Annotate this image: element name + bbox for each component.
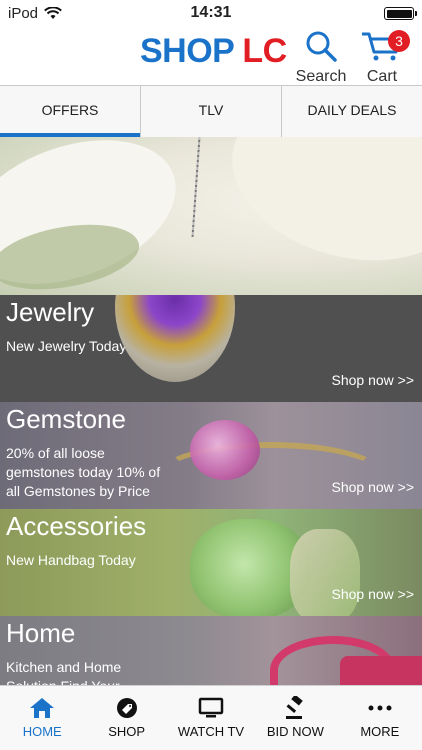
search-label: Search	[295, 68, 347, 85]
category-title: Gemstone	[6, 404, 126, 434]
more-icon	[368, 705, 392, 711]
category-title: Home	[6, 618, 76, 648]
logo-shop-text: SHOP	[140, 32, 235, 70]
category-description: Kitchen and Home Solution Find Your	[6, 659, 122, 685]
cart-count-badge: 3	[388, 30, 410, 52]
status-time: 14:31	[190, 4, 232, 21]
search-icon	[306, 31, 337, 62]
gavel-icon	[286, 696, 304, 719]
tag-icon	[116, 698, 137, 718]
green-gem-image-2	[290, 529, 360, 616]
battery-icon	[384, 7, 417, 20]
tv-icon	[198, 697, 224, 718]
tab-tlv[interactable]: TLV	[141, 86, 282, 137]
category-title: Jewelry	[6, 297, 95, 327]
cart-button[interactable]: 3 Cart	[352, 30, 412, 86]
shop-now-link[interactable]: Shop now >>	[331, 372, 414, 388]
nav-label: WATCH TV	[177, 724, 245, 739]
category-description: New Handbag Today	[6, 552, 136, 568]
app-header: SHOP LC Search 3 Cart	[0, 28, 422, 85]
category-title: Accessories	[6, 511, 147, 541]
nav-watch-tv[interactable]: WATCH TV	[169, 686, 253, 750]
handbag-body-image	[340, 656, 422, 685]
category-jewelry[interactable]: Jewelry New Jewelry Today Shop now >>	[0, 295, 422, 402]
nav-home[interactable]: HOME	[0, 686, 84, 750]
category-description: 20% of all loose gemstones today 10% of …	[6, 445, 161, 499]
nav-label: BID NOW	[266, 724, 324, 739]
nav-label: MORE	[360, 724, 400, 739]
nav-shop[interactable]: SHOP	[84, 686, 168, 750]
nav-label: SHOP	[108, 724, 146, 739]
tab-offers[interactable]: OFFERS	[0, 86, 141, 137]
jewelry-hero-image[interactable]	[0, 137, 422, 295]
offers-tab-bar: OFFERS TLV DAILY DEALS	[0, 85, 422, 137]
search-button[interactable]: Search	[291, 30, 351, 86]
home-icon	[30, 698, 55, 718]
pink-gem-image	[190, 420, 260, 480]
logo-lc-text: LC	[242, 32, 287, 70]
category-gemstone[interactable]: Gemstone 20% of all loose gemstones toda…	[0, 402, 422, 509]
cart-label: Cart	[366, 68, 398, 85]
category-accessories[interactable]: Accessories New Handbag Today Shop now >…	[0, 509, 422, 616]
tab-daily-deals[interactable]: DAILY DEALS	[282, 86, 422, 137]
shop-now-link[interactable]: Shop now >>	[331, 586, 414, 602]
offers-content[interactable]: Jewelry New Jewelry Today Shop now >> Ge…	[0, 137, 422, 685]
nav-label: HOME	[22, 724, 62, 739]
category-home[interactable]: Home Kitchen and Home Solution Find Your	[0, 616, 422, 685]
shop-now-link[interactable]: Shop now >>	[331, 479, 414, 495]
shop-lc-logo[interactable]: SHOP LC	[140, 32, 287, 71]
nav-more[interactable]: MORE	[338, 686, 422, 750]
nav-bid-now[interactable]: BID NOW	[253, 686, 337, 750]
bottom-tab-bar: HOME SHOP WATCH TV BID NOW MORE	[0, 685, 422, 750]
status-bar: iPod 14:31	[0, 0, 422, 28]
